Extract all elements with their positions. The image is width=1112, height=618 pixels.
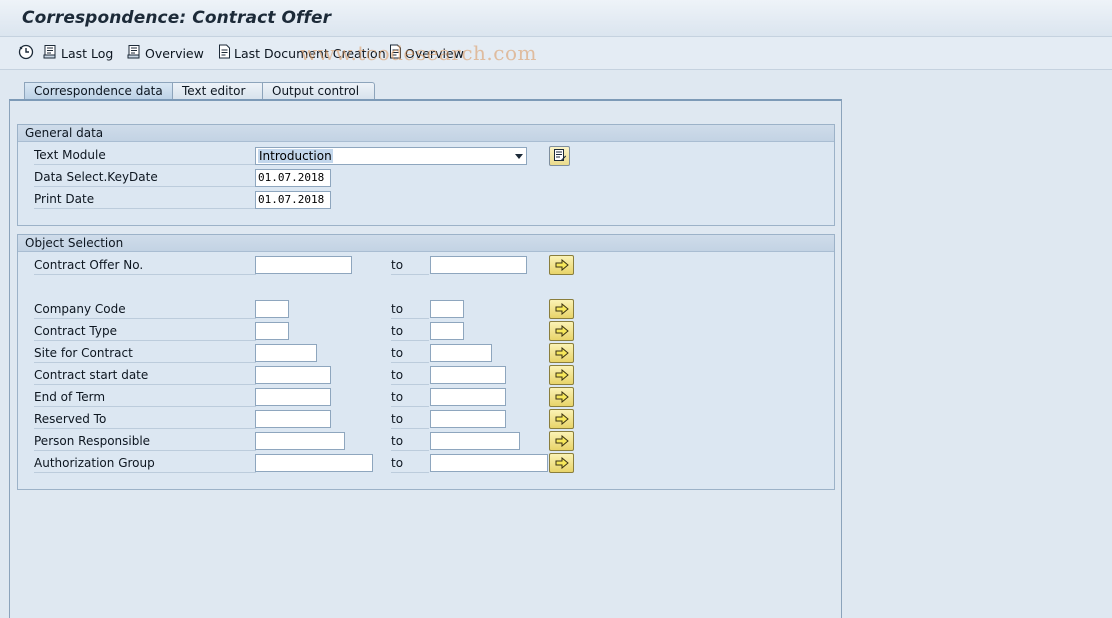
reserved-to-multiple-selection-button[interactable] [549, 409, 574, 429]
arrow-right-icon [555, 325, 569, 337]
chevron-down-icon[interactable] [515, 154, 523, 159]
key-date-field[interactable]: 01.07.2018 [255, 169, 331, 187]
authorization-group-from[interactable] [255, 454, 373, 472]
authorization-group-to[interactable] [430, 454, 548, 472]
to-label: to [391, 411, 429, 429]
company-code-to[interactable] [430, 300, 464, 318]
contract-start-date-from[interactable] [255, 366, 331, 384]
document-icon [218, 44, 231, 62]
last-log-label: Last Log [61, 45, 114, 61]
authorization-group-multiple-selection-button[interactable] [549, 453, 574, 473]
arrow-right-icon [555, 391, 569, 403]
print-date-label: Print Date [34, 191, 256, 209]
print-date-field[interactable]: 01.07.2018 [255, 191, 331, 209]
tab-panel: General data Text Module Introduction Da… [9, 99, 842, 618]
to-label: to [391, 257, 429, 275]
contract-type-multiple-selection-button[interactable] [549, 321, 574, 341]
arrow-right-icon [555, 347, 569, 359]
contract-type-to[interactable] [430, 322, 464, 340]
company-code-multiple-selection-button[interactable] [549, 299, 574, 319]
last-log-button[interactable]: Last Log [43, 44, 113, 62]
application-toolbar: Last Log Overview Last Document Creation… [0, 37, 1112, 70]
execute-button[interactable] [18, 44, 37, 62]
to-label: to [391, 301, 429, 319]
to-label: to [391, 433, 429, 451]
to-label: to [391, 323, 429, 341]
text-module-label: Text Module [34, 147, 256, 165]
tab-output-control[interactable]: Output control [262, 82, 375, 100]
arrow-right-icon [555, 303, 569, 315]
edit-document-icon [553, 148, 567, 165]
person-responsible-from[interactable] [255, 432, 345, 450]
key-date-label: Data Select.KeyDate [34, 169, 256, 187]
reserved-to-from[interactable] [255, 410, 331, 428]
execute-clock-icon [18, 44, 34, 63]
site-for-contract-multiple-selection-button[interactable] [549, 343, 574, 363]
reserved-to-label: Reserved To [34, 411, 256, 429]
text-module-dropdown[interactable]: Introduction [255, 147, 527, 165]
end-of-term-label: End of Term [34, 389, 256, 407]
contract-start-date-to[interactable] [430, 366, 506, 384]
overview-icon [127, 44, 142, 62]
arrow-right-icon [555, 369, 569, 381]
overview-button[interactable]: Overview [127, 44, 204, 62]
text-module-edit-button[interactable] [549, 146, 570, 166]
to-label: to [391, 455, 429, 473]
contract-offer-no-to[interactable] [430, 256, 527, 274]
end-of-term-to[interactable] [430, 388, 506, 406]
contract-type-label: Contract Type [34, 323, 256, 341]
log-icon [43, 44, 58, 62]
contract-offer-no-from[interactable] [255, 256, 352, 274]
general-data-heading: General data [18, 125, 834, 142]
arrow-right-icon [555, 413, 569, 425]
tab-text-editor[interactable]: Text editor [172, 82, 264, 100]
overview-label: Overview [145, 45, 204, 61]
contract-start-date-multiple-selection-button[interactable] [549, 365, 574, 385]
company-code-label: Company Code [34, 301, 256, 319]
contract-offer-no-multiple-selection-button[interactable] [549, 255, 574, 275]
arrow-right-icon [555, 457, 569, 469]
company-code-from[interactable] [255, 300, 289, 318]
title-bar: Correspondence: Contract Offer [0, 0, 1112, 37]
site-for-contract-from[interactable] [255, 344, 317, 362]
general-data-group: General data Text Module Introduction Da… [17, 124, 835, 226]
text-module-value: Introduction [258, 149, 333, 163]
contract-type-from[interactable] [255, 322, 289, 340]
authorization-group-label: Authorization Group [34, 455, 256, 473]
contract-offer-no-label: Contract Offer No. [34, 257, 256, 275]
arrow-right-icon [555, 259, 569, 271]
to-label: to [391, 367, 429, 385]
site-for-contract-label: Site for Contract [34, 345, 256, 363]
to-label: to [391, 389, 429, 407]
end-of-term-multiple-selection-button[interactable] [549, 387, 574, 407]
site-for-contract-to[interactable] [430, 344, 492, 362]
reserved-to-to[interactable] [430, 410, 506, 428]
contract-start-date-label: Contract start date [34, 367, 256, 385]
object-selection-heading: Object Selection [18, 235, 834, 252]
page-title: Correspondence: Contract Offer [22, 8, 332, 28]
to-label: to [391, 345, 429, 363]
person-responsible-label: Person Responsible [34, 433, 256, 451]
end-of-term-from[interactable] [255, 388, 331, 406]
arrow-right-icon [555, 435, 569, 447]
watermark: www.tcodesearch.com [300, 41, 537, 65]
person-responsible-multiple-selection-button[interactable] [549, 431, 574, 451]
person-responsible-to[interactable] [430, 432, 520, 450]
object-selection-group: Object Selection Contract Offer No. to C… [17, 234, 835, 490]
